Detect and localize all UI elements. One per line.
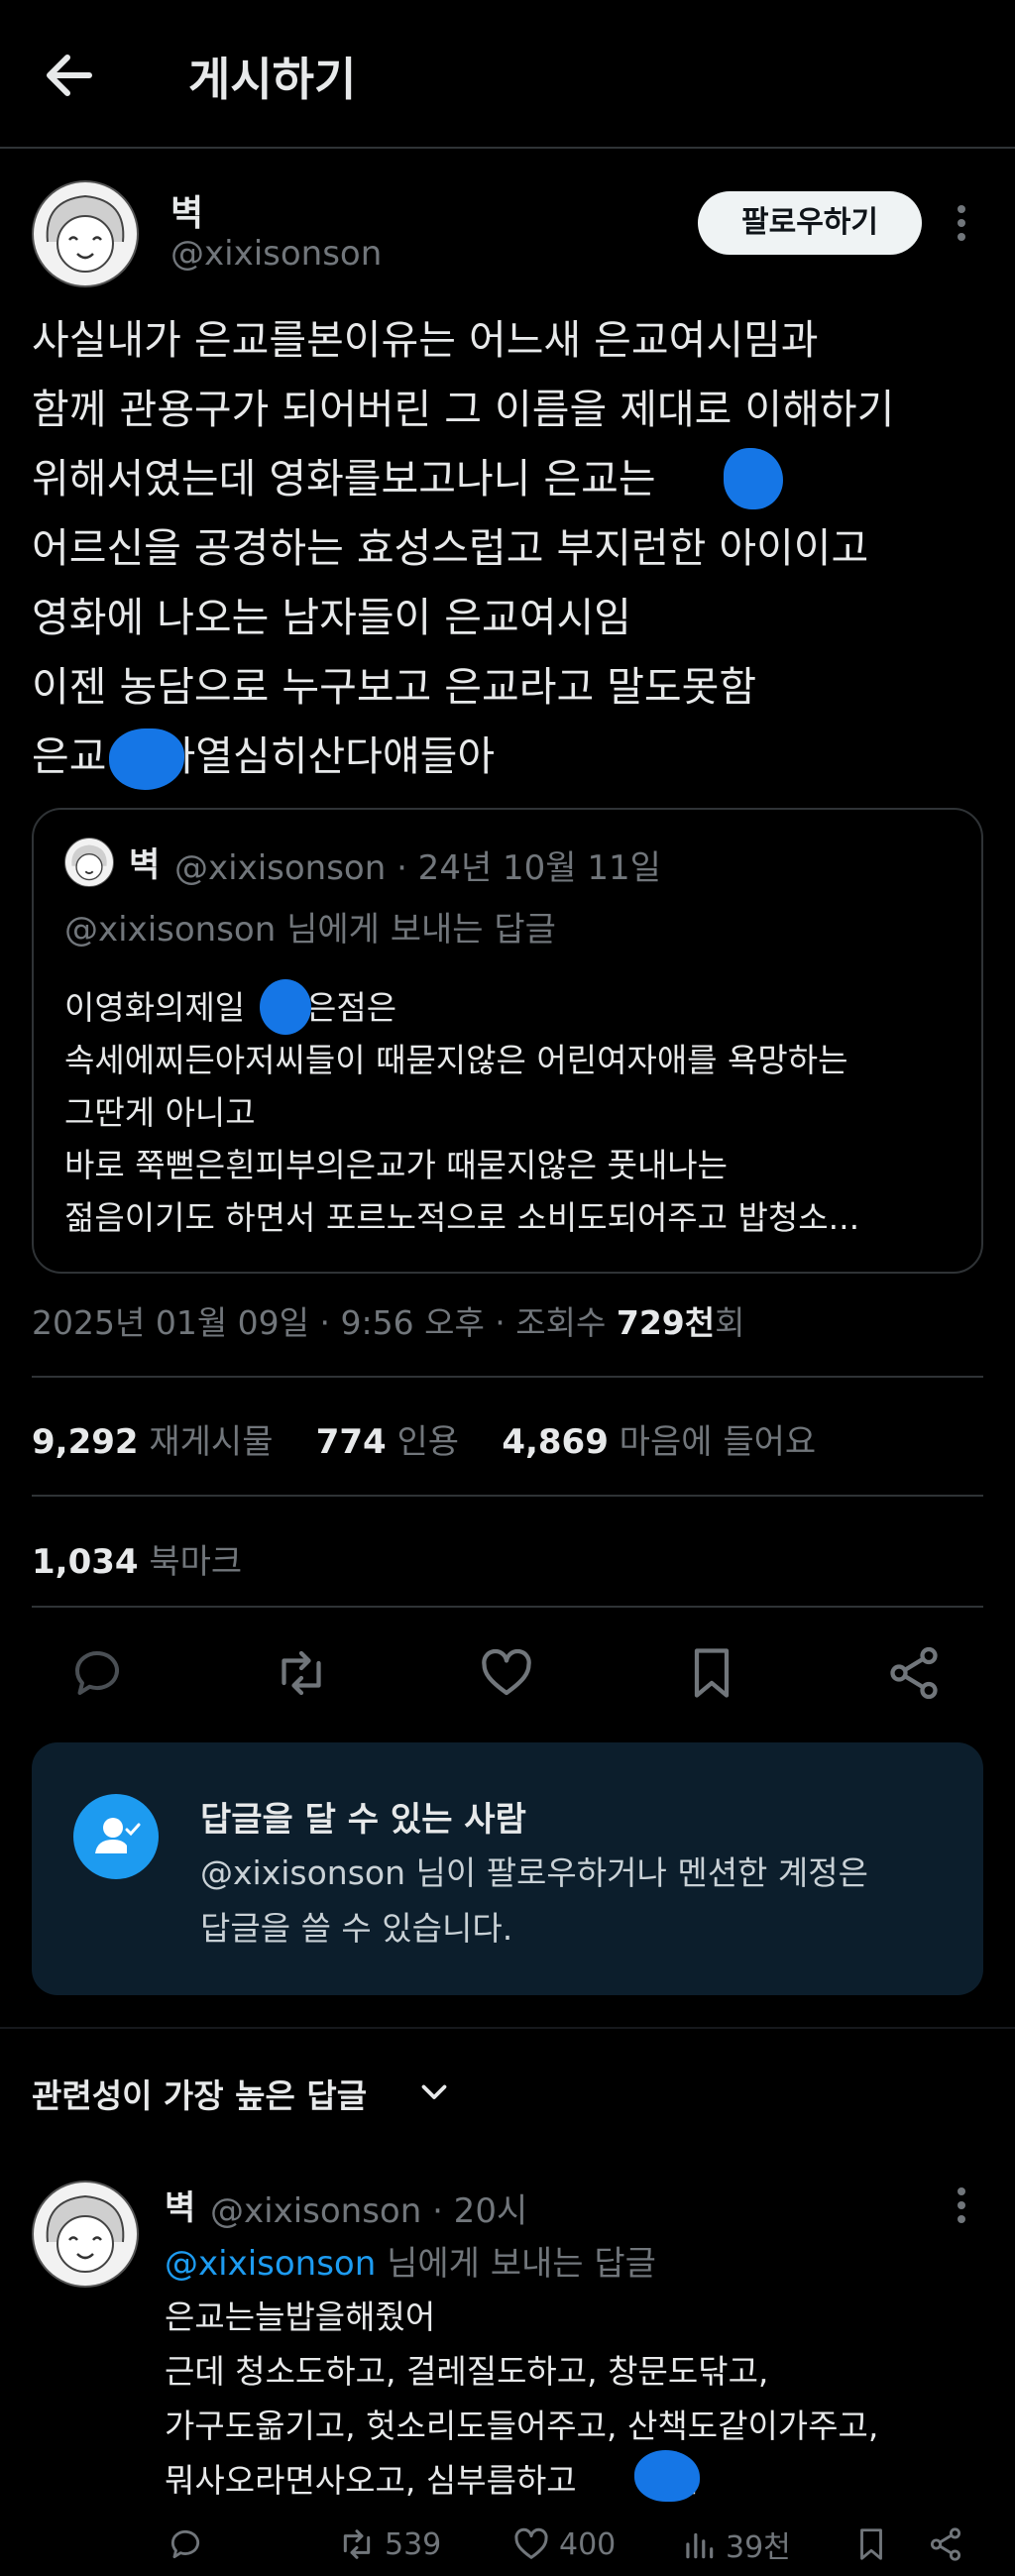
more-icon xyxy=(958,2187,965,2223)
quoted-reply-to: @xixisonson 님에게 보내는 답글 xyxy=(64,910,556,950)
repost-icon xyxy=(343,2529,371,2559)
more-options-button[interactable] xyxy=(947,203,976,243)
author-avatar[interactable] xyxy=(32,180,139,287)
share-icon xyxy=(890,1646,938,1700)
bookmark-icon xyxy=(860,2528,882,2560)
follow-button[interactable]: 팔로우하기 xyxy=(698,191,922,255)
quoted-post-text: 이영화의제일 같은점은 속세에찌든아저씨들이 때묻지않은 어린여자애를 욕망하는… xyxy=(64,988,860,1237)
divider xyxy=(32,1495,983,1497)
page-title: 게시하기 xyxy=(188,53,357,106)
avatar-illustration xyxy=(71,844,107,881)
share-button[interactable] xyxy=(884,1643,954,1713)
engagement-stats: 9,292 재게시물 774 인용 4,869 마음에 들어요 xyxy=(32,1414,816,1463)
redaction-mark xyxy=(634,2450,700,2502)
reply-author-name[interactable]: 벽 xyxy=(165,2181,195,2229)
repost-button[interactable] xyxy=(272,1643,341,1713)
reply-to-suffix: 님에게 보내는 답글 xyxy=(376,2244,656,2284)
reply-icon xyxy=(75,1651,119,1695)
reply-views-count: 39천 xyxy=(726,2530,791,2565)
back-arrow-icon xyxy=(47,55,92,96)
mention-link[interactable]: @xixisonson xyxy=(165,2244,376,2284)
reply-icon xyxy=(170,2529,200,2559)
user-check-icon xyxy=(95,1818,141,1853)
reply-restriction-description: @xixisonson 님이 팔로우하거나 멘션한 계정은 답글을 쓸 수 있습… xyxy=(200,1853,868,1948)
bookmarks-stat[interactable]: 1,034 북마크 xyxy=(32,1534,242,1583)
share-icon xyxy=(930,2527,961,2561)
bookmark-icon xyxy=(694,1648,730,1698)
reply-like-button[interactable]: 400 xyxy=(511,2522,616,2566)
post-timestamp: 2025년 01월 09일 · 9:56 오후 · 조회수 729천회 xyxy=(32,1296,744,1344)
reply-reply-button[interactable] xyxy=(167,2522,204,2566)
reply-author-meta: @xixisonson · 20시 xyxy=(210,2191,528,2231)
likes-stat[interactable]: 4,869 마음에 들어요 xyxy=(502,1422,816,1462)
reply-like-count: 400 xyxy=(559,2526,617,2562)
back-button[interactable] xyxy=(40,48,109,103)
bookmarks-label: 북마크 xyxy=(149,1542,243,1582)
more-icon xyxy=(958,205,965,241)
bookmark-button[interactable] xyxy=(682,1643,751,1713)
reposts-label: 재게시물 xyxy=(149,1422,274,1462)
chevron-down-icon[interactable] xyxy=(416,2073,452,2109)
reply-share-button[interactable] xyxy=(927,2522,964,2566)
divider xyxy=(32,1376,983,1378)
quotes-count: 774 xyxy=(315,1422,387,1462)
view-count-unit: 회 xyxy=(715,1303,745,1342)
reposts-stat[interactable]: 9,292 재게시물 xyxy=(32,1422,273,1462)
avatar-illustration xyxy=(46,2194,125,2273)
avatar-illustration xyxy=(46,194,125,273)
reply-restriction-title: 답글을 달 수 있는 사람 xyxy=(200,1800,526,1840)
view-count: 729천 xyxy=(616,1303,716,1342)
repost-icon xyxy=(282,1650,321,1696)
author-name[interactable]: 벽 xyxy=(170,184,203,236)
top-bar xyxy=(0,0,1015,149)
like-icon xyxy=(482,1648,531,1696)
bookmarks-count: 1,034 xyxy=(32,1542,139,1582)
views-icon xyxy=(686,2532,714,2559)
quotes-label: 인용 xyxy=(396,1422,460,1462)
quoted-author-name: 벽 xyxy=(129,845,161,885)
reply-button[interactable] xyxy=(67,1643,137,1713)
author-handle[interactable]: @xixisonson xyxy=(170,234,382,274)
redaction-mark xyxy=(724,448,783,509)
reposts-count: 9,292 xyxy=(32,1422,139,1462)
reply-author-avatar[interactable] xyxy=(32,2181,139,2288)
replies-sort-dropdown[interactable]: 관련성이 가장 높은 답글 xyxy=(32,2070,367,2117)
post-text: 사실내가 은교를본이유는 어느새 은교여시밈과 함께 관용구가 되어버린 그 이… xyxy=(32,316,895,780)
quoted-author-avatar xyxy=(64,838,114,887)
section-divider xyxy=(0,2027,1015,2029)
divider xyxy=(32,1606,983,1608)
like-button[interactable] xyxy=(477,1643,546,1713)
reply-to-line: @xixisonson 님에게 보내는 답글 xyxy=(165,2236,656,2285)
reply-bookmark-button[interactable] xyxy=(852,2522,890,2566)
reply-restriction-badge xyxy=(73,1794,159,1879)
reply-repost-count: 539 xyxy=(385,2526,442,2562)
likes-count: 4,869 xyxy=(502,1422,609,1462)
reply-repost-button[interactable]: 539 xyxy=(337,2522,441,2566)
reply-views-button[interactable]: 39천 xyxy=(680,2522,791,2566)
quoted-author-meta: @xixisonson · 24년 10월 11일 xyxy=(174,848,661,888)
timestamp-date: 2025년 01월 09일 · 9:56 오후 · 조회수 xyxy=(32,1303,617,1342)
reply-text: 은교는늘밥을해줬어 근데 청소도하고, 걸레질도하고, 창문도닦고, 가구도옮기… xyxy=(165,2297,879,2500)
redaction-mark xyxy=(260,979,311,1035)
reply-more-button[interactable] xyxy=(947,2185,976,2225)
like-icon xyxy=(514,2527,548,2559)
likes-label: 마음에 들어요 xyxy=(619,1422,817,1462)
quotes-stat[interactable]: 774 인용 xyxy=(316,1422,459,1462)
